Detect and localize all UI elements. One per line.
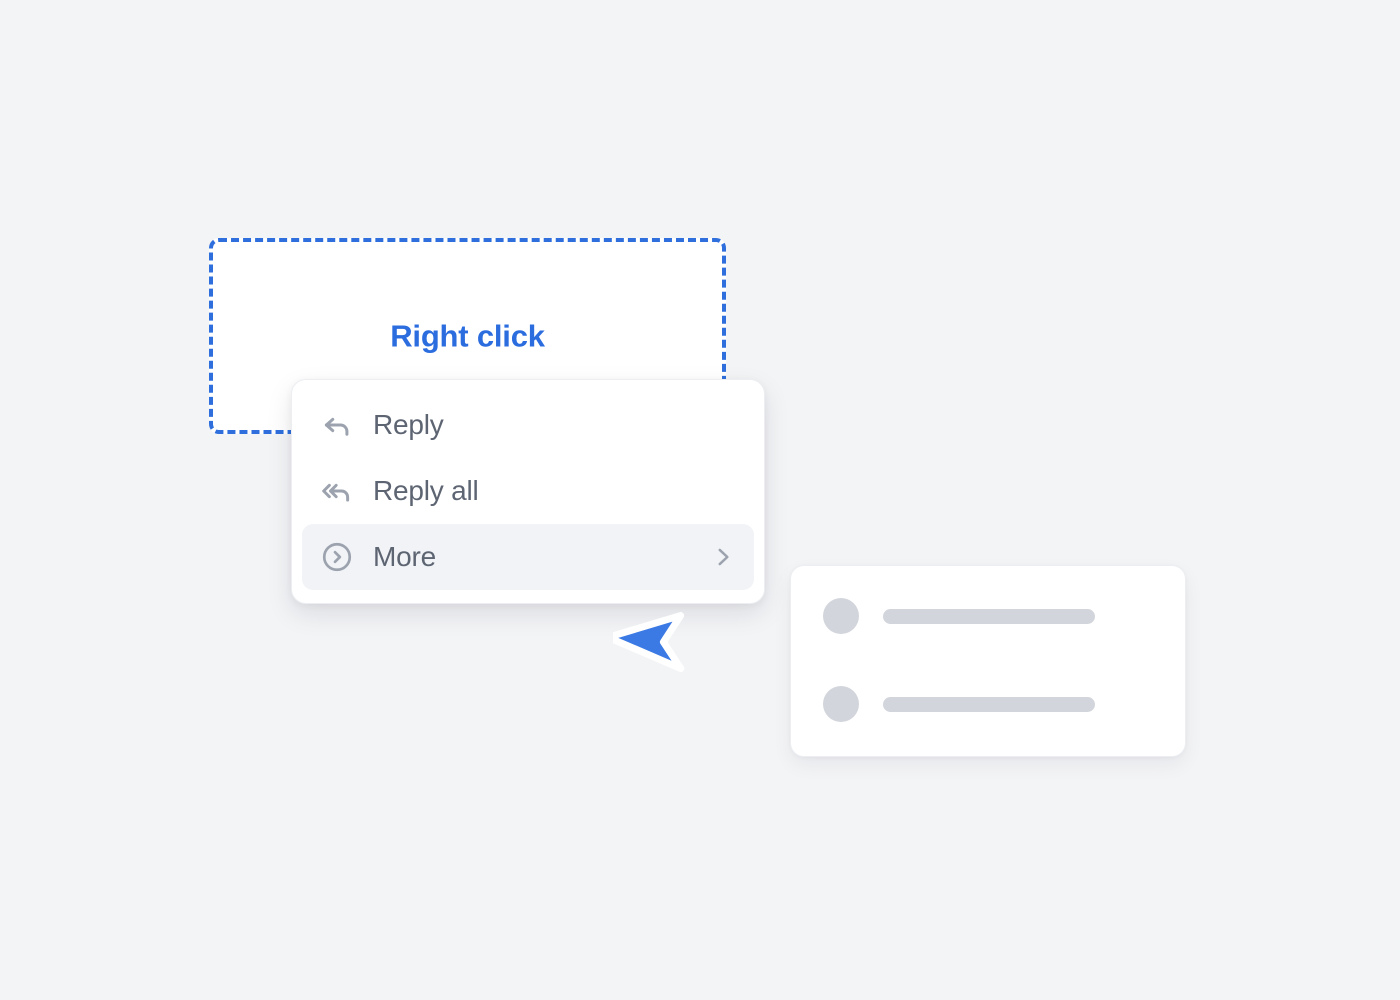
right-click-target-label: Right click: [390, 318, 545, 354]
avatar-placeholder: [823, 598, 859, 634]
placeholder-list-card: [790, 565, 1186, 757]
context-menu[interactable]: Reply Reply all More: [291, 379, 765, 604]
menu-item-more[interactable]: More: [302, 524, 754, 590]
reply-all-arrow-icon: [318, 472, 356, 510]
menu-item-reply-label: Reply: [373, 409, 444, 440]
list-item: [791, 598, 1185, 634]
menu-item-reply-all[interactable]: Reply all: [302, 458, 754, 524]
menu-item-reply-all-label: Reply all: [373, 475, 479, 506]
menu-item-reply[interactable]: Reply: [302, 392, 754, 458]
list-item: [791, 686, 1185, 722]
avatar-placeholder: [823, 686, 859, 722]
circle-chevron-right-icon: [318, 538, 356, 576]
text-line-placeholder: [883, 696, 1095, 712]
menu-item-more-label: More: [373, 541, 436, 572]
reply-arrow-icon: [318, 406, 356, 444]
mouse-pointer-icon: [613, 596, 701, 684]
chevron-right-icon: [710, 544, 736, 570]
screenshot-canvas: Right click Reply Reply all More: [0, 0, 1400, 1000]
text-line-placeholder: [883, 608, 1095, 624]
